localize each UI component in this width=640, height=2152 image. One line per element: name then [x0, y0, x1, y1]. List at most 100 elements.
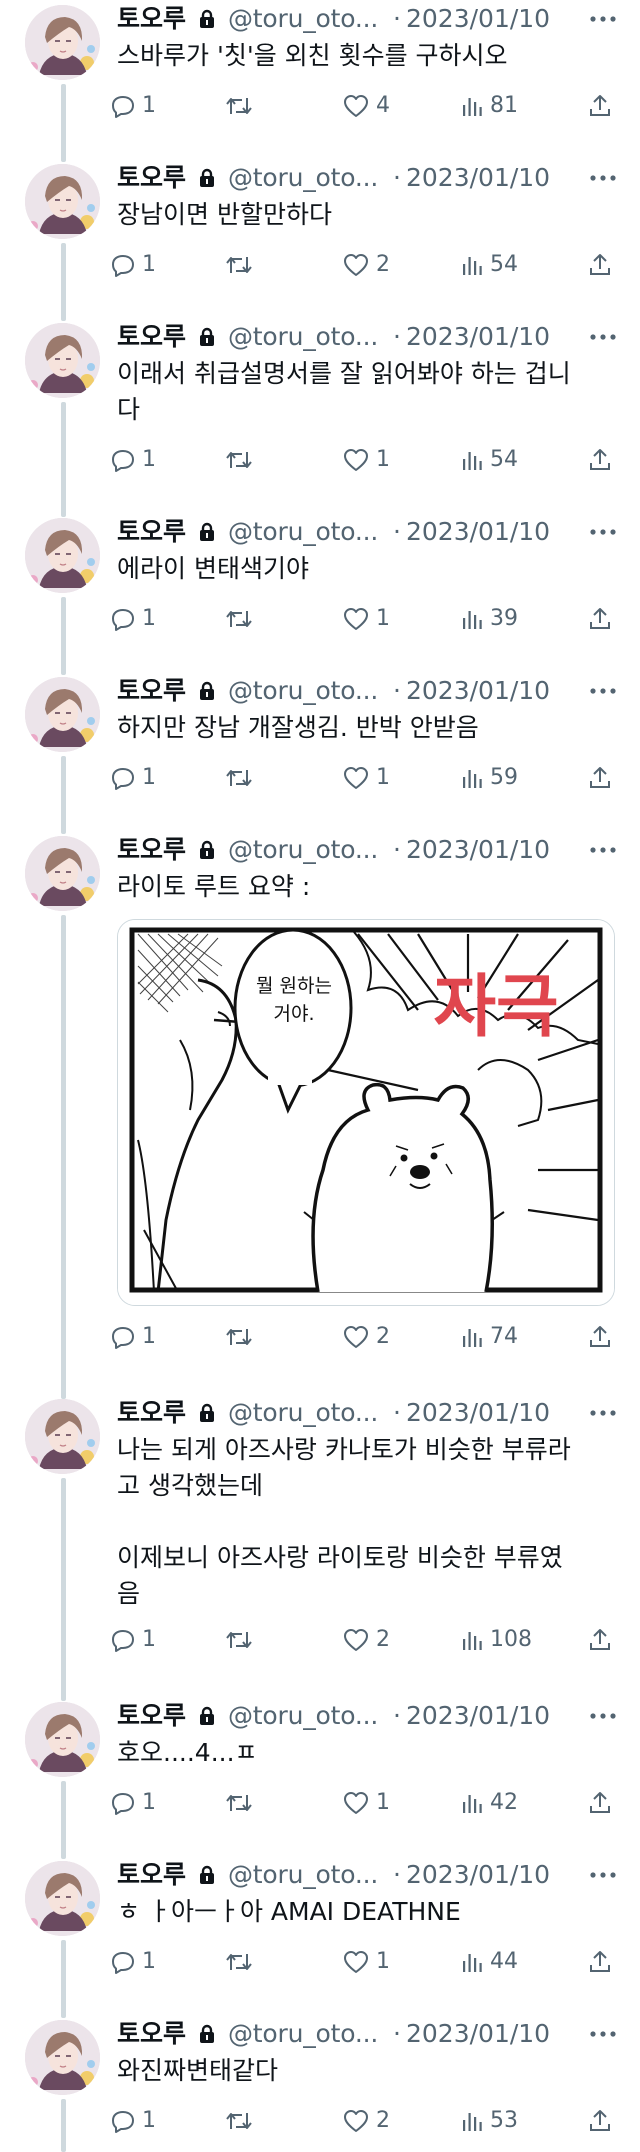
- views-button[interactable]: 39: [460, 603, 518, 635]
- author-handle[interactable]: @toru_oto...: [228, 3, 378, 35]
- tweet[interactable]: 토오루 @toru_oto... · 2023/01/10 장남이면 반할만하다…: [0, 159, 640, 289]
- reply-button[interactable]: 1: [110, 1946, 156, 1978]
- like-button[interactable]: 2: [342, 1321, 390, 1353]
- author-handle[interactable]: @toru_oto...: [228, 162, 378, 194]
- like-button[interactable]: 1: [342, 1787, 390, 1819]
- avatar[interactable]: [25, 518, 100, 593]
- avatar[interactable]: [25, 836, 100, 911]
- like-button[interactable]: 2: [342, 249, 390, 281]
- author-handle[interactable]: @toru_oto...: [228, 516, 378, 548]
- tweet-date[interactable]: 2023/01/10: [406, 675, 550, 707]
- share-button[interactable]: [587, 762, 613, 794]
- retweet-button[interactable]: [224, 2105, 254, 2137]
- like-button[interactable]: 1: [342, 603, 390, 635]
- author-name[interactable]: 토오루: [117, 834, 186, 866]
- tweet-date[interactable]: 2023/01/10: [406, 516, 550, 548]
- avatar[interactable]: [25, 677, 100, 752]
- author-name[interactable]: 토오루: [117, 3, 186, 35]
- reply-button[interactable]: 1: [110, 2105, 156, 2137]
- more-options-icon[interactable]: [588, 1706, 618, 1726]
- views-button[interactable]: 54: [460, 249, 518, 281]
- reply-button[interactable]: 1: [110, 90, 156, 122]
- reply-button[interactable]: 1: [110, 603, 156, 635]
- like-button[interactable]: 4: [342, 90, 390, 122]
- like-button[interactable]: 2: [342, 2105, 390, 2137]
- like-button[interactable]: 1: [342, 1946, 390, 1978]
- avatar[interactable]: [25, 1861, 100, 1936]
- tweet[interactable]: 토오루 @toru_oto... · 2023/01/10 에라이 변태색기야 …: [0, 513, 640, 643]
- share-button[interactable]: [587, 2105, 613, 2137]
- author-name[interactable]: 토오루: [117, 675, 186, 707]
- tweet-date[interactable]: 2023/01/10: [406, 321, 550, 353]
- like-button[interactable]: 2: [342, 1624, 390, 1656]
- retweet-button[interactable]: [224, 762, 254, 794]
- avatar[interactable]: [25, 1399, 100, 1474]
- more-options-icon[interactable]: [588, 327, 618, 347]
- reply-button[interactable]: 1: [110, 762, 156, 794]
- views-button[interactable]: 108: [460, 1624, 532, 1656]
- more-options-icon[interactable]: [588, 681, 618, 701]
- tweet-date[interactable]: 2023/01/10: [406, 1700, 550, 1732]
- views-button[interactable]: 59: [460, 762, 518, 794]
- more-options-icon[interactable]: [588, 1403, 618, 1423]
- more-options-icon[interactable]: [588, 2024, 618, 2044]
- share-button[interactable]: [587, 1624, 613, 1656]
- author-name[interactable]: 토오루: [117, 162, 186, 194]
- retweet-button[interactable]: [224, 1787, 254, 1819]
- like-button[interactable]: 1: [342, 444, 390, 476]
- share-button[interactable]: [587, 444, 613, 476]
- views-button[interactable]: 42: [460, 1787, 518, 1819]
- views-button[interactable]: 74: [460, 1321, 518, 1353]
- more-options-icon[interactable]: [588, 168, 618, 188]
- author-name[interactable]: 토오루: [117, 516, 186, 548]
- author-name[interactable]: 토오루: [117, 321, 186, 353]
- tweet[interactable]: 토오루 @toru_oto... · 2023/01/10 ㅎ ㅏ아ㅡㅏ아 AM…: [0, 1856, 640, 1986]
- retweet-button[interactable]: [224, 249, 254, 281]
- reply-button[interactable]: 1: [110, 444, 156, 476]
- retweet-button[interactable]: [224, 1321, 254, 1353]
- reply-button[interactable]: 1: [110, 249, 156, 281]
- views-button[interactable]: 81: [460, 90, 518, 122]
- like-button[interactable]: 1: [342, 762, 390, 794]
- tweet-date[interactable]: 2023/01/10: [406, 2018, 550, 2050]
- author-handle[interactable]: @toru_oto...: [228, 321, 378, 353]
- more-options-icon[interactable]: [588, 1865, 618, 1885]
- share-button[interactable]: [587, 249, 613, 281]
- tweet-media-image[interactable]: 뭘 원하는 거야. 자극: [117, 919, 615, 1306]
- tweet[interactable]: 토오루 @toru_oto... · 2023/01/10 라이토 루트 요약 …: [0, 831, 640, 1361]
- retweet-button[interactable]: [224, 1946, 254, 1978]
- share-button[interactable]: [587, 90, 613, 122]
- reply-button[interactable]: 1: [110, 1624, 156, 1656]
- tweet[interactable]: 토오루 @toru_oto... · 2023/01/10 호오....4...…: [0, 1697, 640, 1827]
- author-name[interactable]: 토오루: [117, 1700, 186, 1732]
- share-button[interactable]: [587, 1787, 613, 1819]
- tweet[interactable]: 토오루 @toru_oto... · 2023/01/10 이래서 취급설명서를…: [0, 318, 640, 484]
- tweet-date[interactable]: 2023/01/10: [406, 3, 550, 35]
- retweet-button[interactable]: [224, 1624, 254, 1656]
- tweet-date[interactable]: 2023/01/10: [406, 834, 550, 866]
- more-options-icon[interactable]: [588, 522, 618, 542]
- retweet-button[interactable]: [224, 603, 254, 635]
- more-options-icon[interactable]: [588, 840, 618, 860]
- tweet[interactable]: 토오루 @toru_oto... · 2023/01/10 하지만 장남 개잘생…: [0, 672, 640, 802]
- avatar[interactable]: [25, 164, 100, 239]
- tweet[interactable]: 토오루 @toru_oto... · 2023/01/10 나는 되게 아즈사랑…: [0, 1394, 640, 1664]
- share-button[interactable]: [587, 603, 613, 635]
- tweet-date[interactable]: 2023/01/10: [406, 162, 550, 194]
- reply-button[interactable]: 1: [110, 1321, 156, 1353]
- avatar[interactable]: [25, 323, 100, 398]
- views-button[interactable]: 44: [460, 1946, 518, 1978]
- author-handle[interactable]: @toru_oto...: [228, 675, 378, 707]
- retweet-button[interactable]: [224, 90, 254, 122]
- tweet[interactable]: 토오루 @toru_oto... · 2023/01/10 스바루가 '칫'을 …: [0, 0, 640, 130]
- avatar[interactable]: [25, 2020, 100, 2095]
- reply-button[interactable]: 1: [110, 1787, 156, 1819]
- tweet-date[interactable]: 2023/01/10: [406, 1397, 550, 1429]
- author-name[interactable]: 토오루: [117, 1397, 186, 1429]
- author-handle[interactable]: @toru_oto...: [228, 1859, 378, 1891]
- tweet[interactable]: 토오루 @toru_oto... · 2023/01/10 와진짜변태같다 1 …: [0, 2015, 640, 2152]
- views-button[interactable]: 53: [460, 2105, 518, 2137]
- author-handle[interactable]: @toru_oto...: [228, 1397, 378, 1429]
- avatar[interactable]: [25, 5, 100, 80]
- share-button[interactable]: [587, 1946, 613, 1978]
